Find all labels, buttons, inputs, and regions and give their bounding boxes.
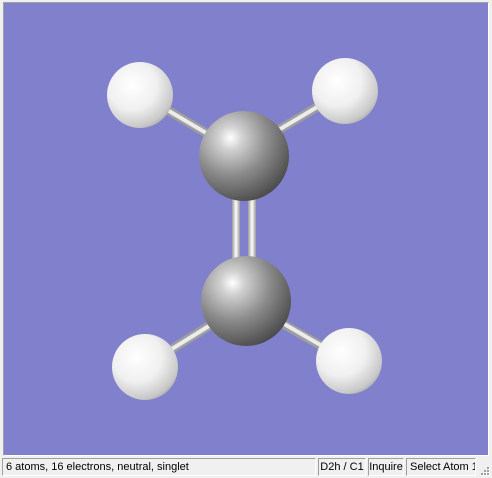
molecule-canvas[interactable] (4, 3, 488, 455)
carbon-atom-bottom[interactable] (201, 256, 291, 346)
status-molecule-info: 6 atoms, 16 electrons, neutral, singlet (2, 458, 316, 476)
status-action: Select Atom 1 (406, 458, 476, 476)
hydrogen-atom-top-right[interactable] (312, 58, 378, 124)
viewport-background (4, 3, 488, 455)
molecule-viewport[interactable] (3, 2, 489, 456)
resize-grip-icon[interactable] (478, 458, 490, 476)
molecule-view-window: 6 atoms, 16 electrons, neutral, singlet … (0, 0, 492, 478)
hydrogen-atom-bottom-right[interactable] (316, 328, 382, 394)
status-symmetry: D2h / C1 (318, 458, 366, 476)
status-mode: Inquire (368, 458, 404, 476)
hydrogen-atom-top-left[interactable] (107, 62, 173, 128)
hydrogen-atom-bottom-left[interactable] (112, 334, 178, 400)
carbon-atom-top[interactable] (199, 111, 289, 201)
status-bar: 6 atoms, 16 electrons, neutral, singlet … (0, 457, 492, 478)
